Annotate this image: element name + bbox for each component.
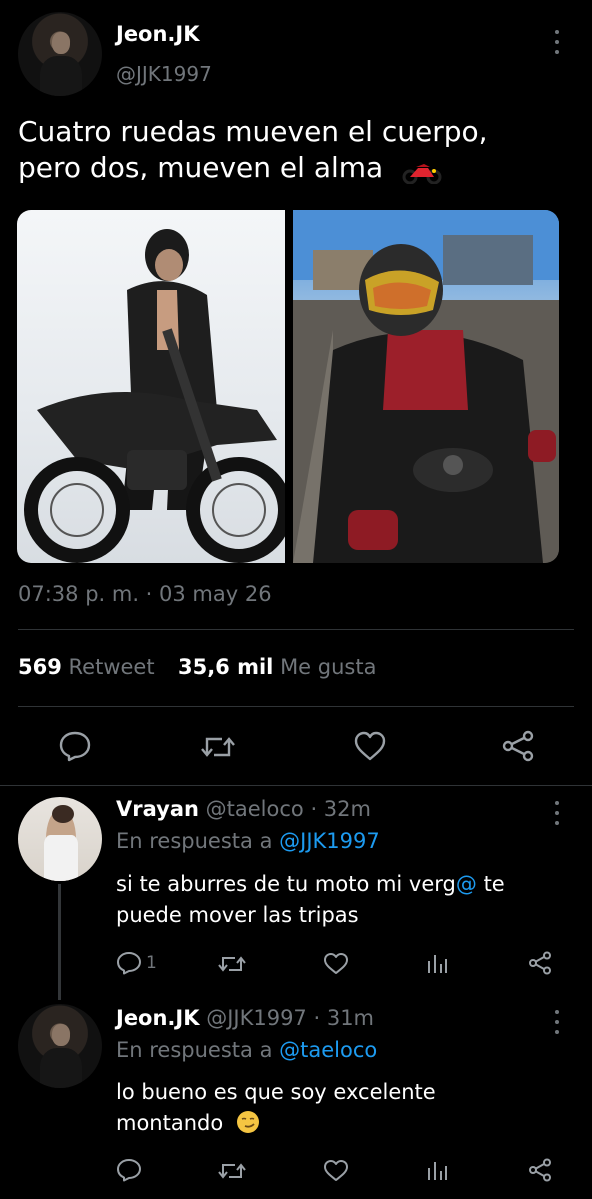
reply-text-line1: si te aburres de tu moto mi verg@ te [116, 869, 556, 900]
analytics-icon[interactable] [426, 951, 448, 975]
reply-icon[interactable] [116, 951, 142, 975]
tweet-timestamp[interactable]: 07:38 p. m. · 03 may 26 [18, 582, 272, 606]
avatar-body [40, 1048, 82, 1088]
like-icon[interactable] [353, 731, 387, 761]
reply-to: En respuesta a @taeloco [116, 1038, 377, 1062]
avatar-body [40, 56, 82, 96]
retweet-count[interactable]: 569 [18, 655, 62, 679]
tweet-text-line2-wrap: pero dos, mueven el alma [18, 150, 558, 186]
avatar-face [52, 32, 70, 54]
reply-to: En respuesta a @JJK1997 [116, 829, 380, 853]
reply-author-handle[interactable]: @taeloco [206, 797, 304, 821]
share-icon[interactable] [527, 951, 553, 975]
share-icon[interactable] [500, 730, 536, 762]
tweet-photo-2[interactable] [293, 210, 559, 563]
more-options-icon[interactable] [552, 801, 562, 825]
thread-line [58, 884, 61, 1000]
avatar-face [52, 1024, 70, 1046]
reply-icon[interactable] [58, 730, 92, 762]
reply-text-line2: puede mover las tripas [116, 903, 359, 927]
reply-text-line2-wrap: montando [116, 1108, 556, 1139]
reply-text-part: te [476, 872, 505, 896]
divider [18, 706, 574, 707]
reply-text-line2: montando [116, 1111, 224, 1135]
author-avatar[interactable] [18, 12, 102, 96]
reply-author-name[interactable]: Jeon.JK [116, 1006, 200, 1030]
reply-text: si te aburres de tu moto mi verg@ te pue… [116, 869, 556, 931]
avatar-shirt [44, 835, 78, 881]
reply-text-line1: lo bueno es que soy excelente [116, 1080, 436, 1104]
reply-author-name[interactable]: Vrayan [116, 797, 199, 821]
retweet-icon[interactable] [218, 953, 246, 975]
reply-header: Vrayan @taeloco · 32m [116, 797, 371, 821]
author-handle[interactable]: @JJK1997 [116, 62, 212, 86]
like-label[interactable]: Me gusta [280, 655, 376, 679]
photo-motorcycle-studio [24, 229, 285, 563]
tweet-photo-1[interactable] [17, 210, 285, 563]
analytics-icon[interactable] [426, 1158, 448, 1182]
reply-text-at: @ [455, 872, 477, 896]
more-options-icon[interactable] [552, 1010, 562, 1034]
like-icon[interactable] [323, 952, 349, 975]
smirking-face-emoji-icon [236, 1110, 260, 1134]
reply-to-handle[interactable]: @JJK1997 [279, 829, 380, 853]
share-icon[interactable] [527, 1158, 553, 1182]
reply-to-label: En respuesta a [116, 829, 273, 853]
reply-author-handle[interactable]: @JJK1997 [206, 1006, 307, 1030]
reply-time[interactable]: · 32m [310, 797, 371, 821]
tweet-stats: 569 Retweet 35,6 mil Me gusta [18, 655, 376, 679]
more-options-icon[interactable] [552, 30, 562, 54]
avatar-hair [52, 805, 74, 823]
retweet-icon[interactable] [218, 1160, 246, 1182]
reply-time[interactable]: · 31m [313, 1006, 374, 1030]
section-divider [0, 785, 592, 786]
reply-text: lo bueno es que soy excelente montando [116, 1077, 556, 1139]
reply-avatar[interactable] [18, 1004, 102, 1088]
reply-header: Jeon.JK @JJK1997 · 31m [116, 1006, 374, 1030]
reply-count: 1 [146, 953, 157, 973]
tweet-text-line1: Cuatro ruedas mueven el cuerpo, [18, 115, 488, 148]
reply-text-part: si te aburres de tu moto mi verg [116, 872, 456, 896]
like-count[interactable]: 35,6 mil [178, 655, 273, 679]
reply-icon[interactable] [116, 1158, 142, 1182]
retweet-icon[interactable] [200, 732, 236, 762]
reply-to-handle[interactable]: @taeloco [279, 1038, 377, 1062]
photo-motorcycle-road [293, 210, 559, 563]
retweet-label[interactable]: Retweet [69, 655, 155, 679]
tweet-text-line2: pero dos, mueven el alma [18, 151, 384, 184]
like-icon[interactable] [323, 1159, 349, 1182]
author-name[interactable]: Jeon.JK [116, 22, 200, 46]
divider [18, 629, 574, 630]
motorcycle-emoji-icon [402, 157, 442, 185]
reply-to-label: En respuesta a [116, 1038, 273, 1062]
reply-avatar[interactable] [18, 797, 102, 881]
tweet-text: Cuatro ruedas mueven el cuerpo, pero dos… [18, 114, 558, 186]
